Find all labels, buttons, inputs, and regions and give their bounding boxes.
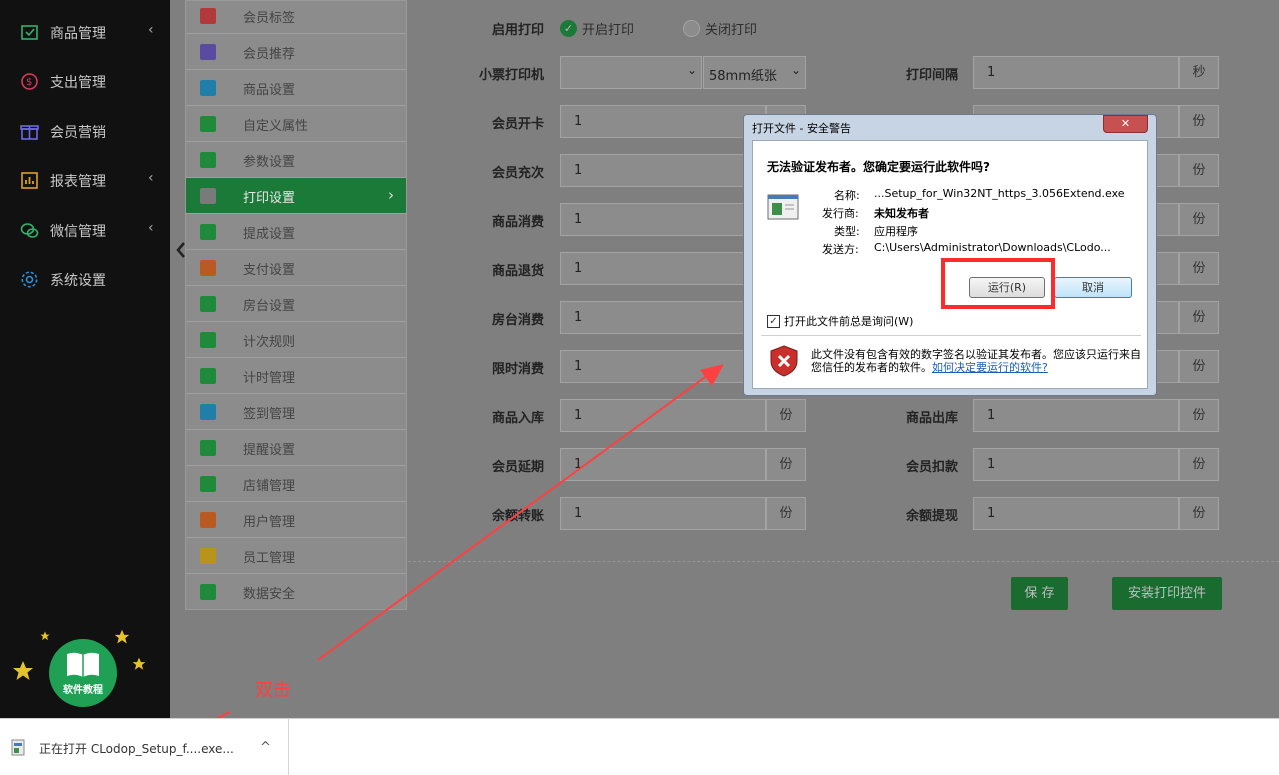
download-bar: 正在打开 CLodop_Setup_f....exe... ^ xyxy=(0,718,1279,775)
installer-file-icon xyxy=(11,739,25,756)
chevron-up-icon[interactable]: ^ xyxy=(260,740,271,755)
download-item[interactable]: 正在打开 CLodop_Setup_f....exe... ^ xyxy=(0,719,289,775)
double-click-annotation: 双击 xyxy=(255,680,291,701)
annotation-arrows xyxy=(164,364,724,744)
arrow-to-dialog xyxy=(317,371,713,661)
arrow-head-dialog xyxy=(700,364,724,386)
download-item-text: 正在打开 CLodop_Setup_f....exe... xyxy=(39,742,234,756)
